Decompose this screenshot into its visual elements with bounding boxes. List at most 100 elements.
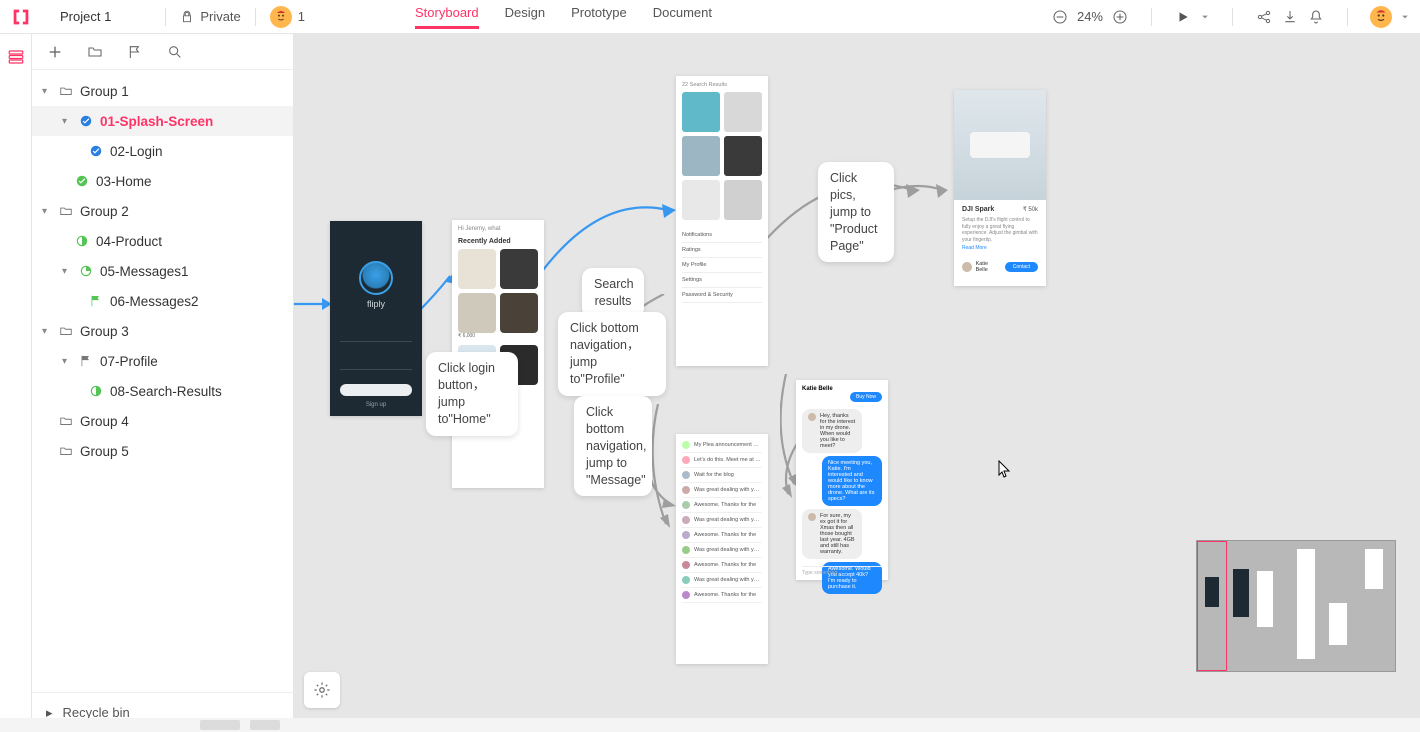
strip-marker [250, 720, 280, 730]
tree-group-3[interactable]: ▾ Group 3 [32, 316, 293, 346]
tree-page-02-login[interactable]: 02-Login [32, 136, 293, 166]
storyboard-canvas[interactable]: fliply Sign up Hi Jeremy, what Recently … [294, 34, 1420, 718]
tree-page-07-profile[interactable]: ▾ 07-Profile [32, 346, 293, 376]
search-header: 22 Search Results [682, 82, 762, 88]
caret-down-icon: ▾ [62, 116, 72, 127]
note-profile[interactable]: Click bottom navigation，jump to"Profile" [558, 312, 666, 396]
topbar: Project 1 Private 1 Storyboard Design Pr… [0, 0, 1420, 34]
canvas-settings-button[interactable] [304, 672, 340, 708]
menu-item: Ratings [682, 243, 762, 258]
greeting-label: Hi Jeremy, what [458, 226, 538, 232]
user-menu-dropdown[interactable] [1400, 8, 1410, 26]
caret-down-icon: ▾ [42, 86, 52, 97]
read-more: Read More [962, 245, 1038, 251]
sidebar-toolbar [32, 34, 293, 70]
add-page-button[interactable] [46, 43, 64, 61]
tree-page-01-splash[interactable]: ▾ 01-Splash-Screen [32, 106, 293, 136]
storyboard-panel-icon[interactable] [7, 48, 25, 71]
artboard-product[interactable]: DJI Spark ₹ 50k Setup the DJI's flight c… [954, 90, 1046, 286]
flag-icon [78, 353, 94, 369]
artboard-search-results[interactable]: 22 Search Results Notifications Ratings … [676, 76, 768, 366]
download-button[interactable] [1281, 8, 1299, 26]
artboard-messages[interactable]: My Plea announcement will be the t... Le… [676, 434, 768, 664]
play-dropdown[interactable] [1200, 8, 1210, 26]
note-message[interactable]: Click bottom navigation, jump to "Messag… [574, 396, 652, 496]
tree-page-04-product[interactable]: 04-Product [32, 226, 293, 256]
tree-group-1[interactable]: ▾ Group 1 [32, 76, 293, 106]
avatar-icon [270, 6, 292, 28]
tab-prototype[interactable]: Prototype [571, 5, 627, 29]
message-row: Awesome. Thanks for the [694, 592, 756, 598]
page-label: 07-Profile [100, 354, 158, 369]
product-thumb [458, 293, 496, 333]
note-product[interactable]: Click pics, jump to "Product Page" [818, 162, 894, 262]
tab-design[interactable]: Design [505, 5, 545, 29]
tree-page-08-search[interactable]: 08-Search-Results [32, 376, 293, 406]
quarter-circle-icon [78, 263, 94, 279]
privacy-label: Private [200, 9, 240, 24]
seller-avatar-icon [962, 262, 972, 272]
tab-document[interactable]: Document [653, 5, 712, 29]
mini-artboard [1329, 603, 1347, 645]
note-login[interactable]: Click login button，jump to"Home" [426, 352, 518, 436]
tree-page-06-messages2[interactable]: 06-Messages2 [32, 286, 293, 316]
zoom-out-button[interactable] [1051, 8, 1069, 26]
group-label: Group 4 [80, 414, 129, 429]
folder-open-icon [58, 83, 74, 99]
add-folder-button[interactable] [86, 43, 104, 61]
group-label: Group 3 [80, 324, 129, 339]
product-price: ₹ 50k [1023, 206, 1038, 213]
tree-group-5[interactable]: Group 5 [32, 436, 293, 466]
message-row: Awesome. Thanks for the [694, 532, 756, 538]
tree-group-2[interactable]: ▾ Group 2 [32, 196, 293, 226]
bottom-strip [0, 718, 1420, 732]
login-button-mock [340, 384, 412, 396]
group-label: Group 5 [80, 444, 129, 459]
user-avatar[interactable] [1370, 6, 1392, 28]
strip-marker [200, 720, 240, 730]
flag-button[interactable] [126, 43, 144, 61]
topbar-right: 24% [1051, 6, 1410, 28]
page-label: 02-Login [110, 144, 163, 159]
tab-storyboard[interactable]: Storyboard [415, 5, 479, 29]
notifications-button[interactable] [1307, 8, 1325, 26]
share-button[interactable] [1255, 8, 1273, 26]
artboard-splash[interactable]: fliply Sign up [330, 221, 422, 416]
chat-input-mock: Type something... [802, 566, 882, 576]
zoom-controls: 24% [1051, 8, 1129, 26]
page-label: 03-Home [96, 174, 152, 189]
folder-open-icon [58, 323, 74, 339]
section-title: Recently Added [458, 238, 538, 245]
project-name[interactable]: Project 1 [60, 9, 111, 24]
left-rail [0, 34, 32, 732]
tree-page-03-home[interactable]: 03-Home [32, 166, 293, 196]
message-row: Awesome. Thanks for the [694, 502, 756, 508]
check-circle-icon [74, 173, 90, 189]
caret-down-icon: ▾ [42, 326, 52, 337]
privacy-toggle[interactable]: Private [180, 9, 240, 24]
seller-name: Katie Belle [976, 261, 1001, 273]
arrow-icon [416, 264, 456, 324]
page-label: 06-Messages2 [110, 294, 199, 309]
mini-artboard [1297, 619, 1315, 659]
message-row: Was great dealing with you. Thanks! [694, 547, 762, 553]
message-row: Wait for the blog [694, 472, 734, 478]
menu-item: Notifications [682, 228, 762, 243]
artboard-chat[interactable]: Katie Belle Buy Now Hey, thanks for the … [796, 380, 888, 580]
play-button[interactable] [1174, 8, 1192, 26]
arrow-icon [890, 174, 950, 214]
divider [255, 8, 256, 26]
note-search[interactable]: Search results [582, 268, 644, 318]
menu-item: Settings [682, 273, 762, 288]
tree-group-4[interactable]: Group 4 [32, 406, 293, 436]
username-field-mock [340, 332, 412, 342]
app-logo[interactable] [10, 6, 32, 28]
chat-msg: For sure, my ex got it for Xmas then all… [820, 513, 856, 555]
collaborators[interactable]: 1 [270, 6, 305, 28]
zoom-in-button[interactable] [1111, 8, 1129, 26]
search-button[interactable] [166, 43, 184, 61]
minimap[interactable] [1196, 540, 1396, 672]
tree-page-05-messages1[interactable]: ▾ 05-Messages1 [32, 256, 293, 286]
page-tree: ▾ Group 1 ▾ 01-Splash-Screen 02-Login 03… [32, 70, 293, 692]
menu-item: My Profile [682, 258, 762, 273]
